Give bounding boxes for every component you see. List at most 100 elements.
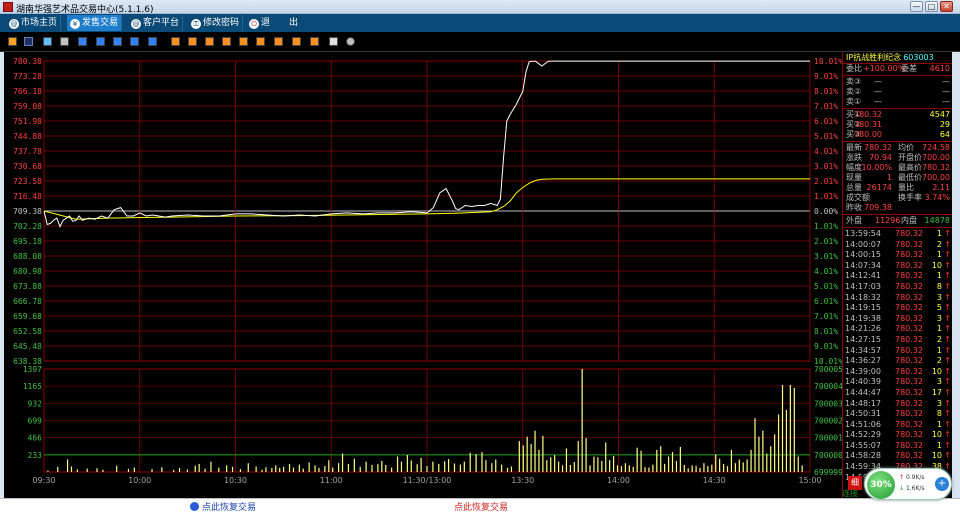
f6-icon[interactable] (256, 37, 265, 46)
cpu-usage-badge: 30% (867, 471, 895, 499)
trade-volume: 1 (936, 419, 942, 429)
maximize-button[interactable]: □ (925, 1, 938, 12)
trade-volume: 1 (936, 440, 942, 450)
candlestick-icon[interactable] (43, 37, 52, 46)
trade-price: 780.32 (895, 250, 923, 260)
line-chart-icon[interactable] (24, 37, 33, 46)
percent-tick-label: 6.01% (814, 297, 838, 306)
bid-row: 买② 780.31 29 (843, 120, 952, 130)
trade-volume: 1 (936, 250, 942, 260)
f4-icon[interactable] (222, 37, 231, 46)
time-tick-label: 11:00 (320, 476, 343, 485)
order-diff-label: 委差 (901, 64, 917, 73)
f9-icon[interactable] (310, 37, 319, 46)
menu-label: 退 (261, 18, 271, 28)
outer-inner-row: 外盘 11296 内盘 14878 (843, 216, 952, 226)
trade-time: 14:21:26 (845, 324, 881, 334)
stat-label: 总量 (846, 183, 862, 192)
download-speed-value: 1.6K/s (905, 485, 925, 492)
restore-trade-link-2[interactable]: 点此恢复交易 (454, 500, 508, 513)
widget-expand-icon[interactable]: + (935, 477, 949, 491)
divider (843, 75, 952, 76)
calendar-icon[interactable] (60, 37, 69, 46)
stat-label-2: 最高价 (898, 163, 922, 172)
order-diff-value: 4610 (929, 64, 950, 73)
minimize-button[interactable]: — (910, 1, 923, 12)
panel-icon[interactable] (130, 37, 139, 46)
trade-volume: 3 (936, 398, 942, 408)
f8-icon[interactable] (292, 37, 301, 46)
percent-tick-label: 8.01% (814, 327, 838, 336)
export-icon[interactable] (148, 37, 157, 46)
bar-chart-icon[interactable] (8, 37, 17, 46)
divider (843, 227, 952, 228)
trade-price: 780.32 (895, 356, 923, 366)
f1-icon[interactable] (171, 37, 180, 46)
bid-price: 780.31 (854, 120, 882, 129)
stat-value-2: 700.00 (922, 153, 950, 162)
price-tick-label: 680.98 (13, 267, 42, 276)
percent-tick-label: 1.01% (814, 192, 838, 201)
ask-label: 卖③ (846, 77, 862, 86)
stat-label: 最新 (846, 143, 862, 152)
ask-price: — (874, 97, 882, 106)
inner-value: 14878 (924, 216, 950, 225)
f3-icon[interactable] (205, 37, 214, 46)
gear-icon[interactable] (346, 37, 355, 46)
upload-speed: ↑ 0.9K/s (899, 474, 925, 481)
trade-time: 14:58:28 (845, 451, 881, 461)
trade-row: 14:27:15 780.32 2 ↑ (843, 335, 952, 346)
stat-value-2: 700.00 (922, 173, 950, 182)
stat-label: 幅度 (846, 163, 862, 172)
trade-volume: 10 (931, 366, 942, 376)
up-arrow-icon: ↑ (944, 229, 951, 238)
table-icon[interactable] (113, 37, 122, 46)
intraday-chart[interactable]: 780.38 10.01% 773.28 9.01% 766.18 8.01% 759.08… (4, 52, 842, 498)
trade-row: 14:00:15 780.32 1 ↑ (843, 250, 952, 261)
trade-time: 14:51:06 (845, 419, 881, 429)
trade-price: 780.32 (895, 419, 923, 429)
time-tick-label: 10:00 (128, 476, 151, 485)
menu-issue-trade[interactable]: ¥ 发售交易 (67, 15, 123, 31)
trade-row: 14:17:03 780.32 8 ↑ (843, 282, 952, 293)
menu-logout[interactable]: ⏻ 退 (246, 15, 273, 31)
f2-icon[interactable] (188, 37, 197, 46)
price-tick-label: 723.58 (13, 177, 42, 186)
stat-label: 成交额 (846, 193, 870, 202)
edit-icon[interactable] (329, 37, 338, 46)
trade-list[interactable]: 13:59:54 780.32 1 ↑ 14:00:07 780.32 2 ↑ 14:00:15… (843, 229, 952, 483)
bid-volume: 4547 (929, 110, 950, 119)
up-arrow-icon: ↑ (899, 474, 906, 481)
ask-row: 卖③ — — (843, 77, 952, 87)
menu-client-platform[interactable]: @ 客户平台 (128, 15, 184, 31)
stat-value-2: 724.58 (922, 143, 950, 152)
trade-row: 14:52:29 780.32 10 ↑ (843, 430, 952, 441)
trade-price: 780.32 (895, 377, 923, 387)
up-arrow-icon: ↑ (944, 260, 951, 270)
chart-toolbar (0, 32, 960, 52)
ask-book: 卖③ — — 卖② — — 卖① — — (843, 77, 952, 107)
close-button[interactable]: ✕ (940, 1, 953, 12)
inner-label: 内盘 (901, 216, 917, 225)
down-arrow-icon: ↓ (899, 485, 906, 492)
order-ratio-value: +100.00% (863, 64, 906, 73)
trade-time: 14:39:00 (845, 366, 881, 376)
stat-label-2: 均价 (898, 143, 914, 152)
network-monitor-widget[interactable]: 30% ↑ 0.9K/s ↓ 1.6K/s + (864, 468, 952, 500)
ask-label: 卖② (846, 87, 862, 96)
menu-market-home[interactable]: @ 市场主页 (6, 15, 62, 31)
menu-logout-suffix[interactable]: 出 (286, 15, 301, 31)
trade-volume: 8 (936, 409, 942, 419)
trade-row: 14:18:32 780.32 3 ↑ (843, 293, 952, 304)
menu-change-password[interactable]: ⚿ 修改密码 (188, 15, 244, 31)
upload-speed-value: 0.9K/s (905, 474, 925, 481)
f5-icon[interactable] (239, 37, 248, 46)
time-tick-label: 10:30 (224, 476, 247, 485)
restore-trade-link-1[interactable]: 点此恢复交易 (190, 500, 256, 513)
list-icon[interactable] (78, 37, 87, 46)
trade-time: 14:36:27 (845, 356, 881, 366)
grid-icon[interactable] (96, 37, 105, 46)
trade-row: 14:51:06 780.32 1 ↑ (843, 420, 952, 431)
ask-price: — (874, 87, 882, 96)
f7-icon[interactable] (274, 37, 283, 46)
